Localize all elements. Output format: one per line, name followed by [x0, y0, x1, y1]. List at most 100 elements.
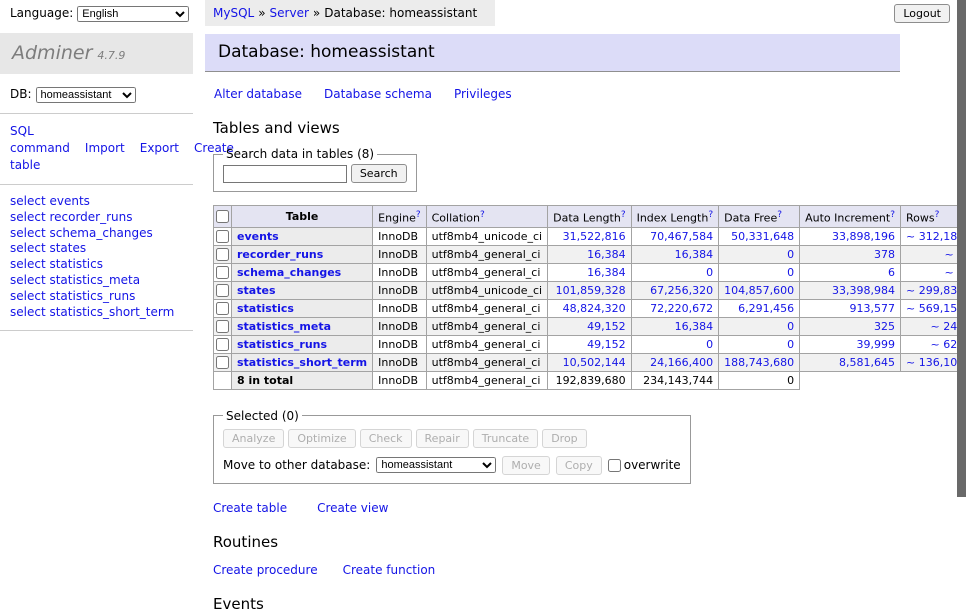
table-name-link[interactable]: statistics_short_term: [237, 356, 367, 369]
data-length-link[interactable]: 49,152: [587, 320, 626, 333]
app-version-link[interactable]: 4.7.9: [97, 49, 125, 62]
table-name-link[interactable]: recorder_runs: [237, 248, 323, 261]
sidebar-select-statistics-meta-link[interactable]: select statistics_meta: [10, 273, 183, 289]
data-free-link[interactable]: 0: [787, 266, 794, 279]
create-view-link[interactable]: Create view: [317, 501, 388, 515]
data-free-link[interactable]: 6,291,456: [738, 302, 794, 315]
row-checkbox[interactable]: [216, 230, 229, 243]
move-button[interactable]: Move: [502, 456, 550, 475]
database-schema-link[interactable]: Database schema: [324, 87, 432, 101]
create-procedure-link[interactable]: Create procedure: [213, 563, 318, 577]
move-database-select[interactable]: homeassistant: [376, 457, 496, 473]
auto-increment-link[interactable]: 6: [888, 266, 895, 279]
data-free-link[interactable]: 50,331,648: [731, 230, 794, 243]
table-name-link[interactable]: statistics: [237, 302, 294, 315]
auto-increment-link[interactable]: 913,577: [850, 302, 896, 315]
breadcrumb-server-link[interactable]: Server: [270, 6, 309, 20]
sidebar-select-statistics-short-term-link[interactable]: select statistics_short_term: [10, 305, 183, 321]
help-link[interactable]: ?: [935, 210, 940, 220]
row-checkbox[interactable]: [216, 284, 229, 297]
search-input[interactable]: [223, 165, 347, 183]
analyze-button[interactable]: Analyze: [223, 429, 284, 448]
row-checkbox[interactable]: [216, 320, 229, 333]
data-length-link[interactable]: 16,384: [587, 266, 626, 279]
help-link[interactable]: ?: [890, 210, 895, 220]
app-name: Adminer: [12, 42, 92, 64]
index-length-link[interactable]: 0: [706, 266, 713, 279]
data-free-link[interactable]: 104,857,600: [724, 284, 794, 297]
row-checkbox[interactable]: [216, 356, 229, 369]
rows-count-link[interactable]: ~ 136,108: [906, 356, 964, 369]
select-all-checkbox[interactable]: [216, 210, 229, 223]
row-checkbox[interactable]: [216, 266, 229, 279]
data-free-link[interactable]: 0: [787, 320, 794, 333]
data-length-link[interactable]: 49,152: [587, 338, 626, 351]
auto-increment-link[interactable]: 33,398,984: [832, 284, 895, 297]
help-link[interactable]: ?: [777, 210, 782, 220]
data-length-link[interactable]: 10,502,144: [563, 356, 626, 369]
sidebar-select-events-link[interactable]: select events: [10, 194, 183, 210]
sidebar-select-recorder-runs-link[interactable]: select recorder_runs: [10, 210, 183, 226]
copy-button[interactable]: Copy: [556, 456, 602, 475]
overwrite-checkbox[interactable]: [608, 459, 621, 472]
index-length-link[interactable]: 16,384: [675, 248, 714, 261]
vertical-scrollbar-track[interactable]: [957, 0, 966, 543]
auto-increment-link[interactable]: 39,999: [857, 338, 896, 351]
index-length-link[interactable]: 16,384: [675, 320, 714, 333]
language-select[interactable]: English: [77, 6, 189, 22]
data-length-link[interactable]: 16,384: [587, 248, 626, 261]
logout-button[interactable]: Logout: [894, 4, 950, 23]
help-link[interactable]: ?: [480, 210, 485, 220]
create-table-link[interactable]: Create table: [213, 501, 287, 515]
search-button[interactable]: Search: [351, 164, 407, 183]
sidebar-link-export[interactable]: Export: [140, 141, 179, 155]
table-name-link[interactable]: statistics_runs: [237, 338, 327, 351]
rows-count-link[interactable]: ~ 569,159: [906, 302, 964, 315]
sidebar-select-statistics-runs-link[interactable]: select statistics_runs: [10, 289, 183, 305]
alter-database-link[interactable]: Alter database: [214, 87, 302, 101]
data-length-link[interactable]: 48,824,320: [563, 302, 626, 315]
table-name-link[interactable]: events: [237, 230, 279, 243]
auto-increment-link[interactable]: 33,898,196: [832, 230, 895, 243]
breadcrumb-mysql-link[interactable]: MySQL: [213, 6, 254, 20]
data-length-link[interactable]: 31,522,816: [563, 230, 626, 243]
table-row: statistics_runs InnoDB utf8mb4_general_c…: [214, 335, 966, 353]
table-name-link[interactable]: states: [237, 284, 276, 297]
data-free-link[interactable]: 0: [787, 338, 794, 351]
table-name-link[interactable]: statistics_meta: [237, 320, 331, 333]
row-checkbox[interactable]: [216, 248, 229, 261]
help-link[interactable]: ?: [621, 210, 626, 220]
sidebar-link-import[interactable]: Import: [85, 141, 125, 155]
auto-increment-link[interactable]: 378: [874, 248, 895, 261]
repair-button[interactable]: Repair: [416, 429, 469, 448]
db-select[interactable]: homeassistant: [36, 87, 136, 103]
privileges-link[interactable]: Privileges: [454, 87, 512, 101]
index-length-link[interactable]: 24,166,400: [650, 356, 713, 369]
rows-count-link[interactable]: ~ 299,833: [906, 284, 964, 297]
auto-increment-link[interactable]: 8,581,645: [839, 356, 895, 369]
index-length-link[interactable]: 67,256,320: [650, 284, 713, 297]
data-free-link[interactable]: 0: [787, 248, 794, 261]
data-free-link[interactable]: 188,743,680: [724, 356, 794, 369]
sidebar-link-sql-command[interactable]: SQL command: [10, 124, 70, 155]
sidebar-select-schema-changes-link[interactable]: select schema_changes: [10, 226, 183, 242]
data-length-link[interactable]: 101,859,328: [556, 284, 626, 297]
optimize-button[interactable]: Optimize: [288, 429, 355, 448]
drop-button[interactable]: Drop: [542, 429, 586, 448]
rows-count-link[interactable]: ~ 312,180: [906, 230, 964, 243]
help-link[interactable]: ?: [416, 210, 421, 220]
row-checkbox[interactable]: [216, 338, 229, 351]
sidebar-select-states-link[interactable]: select states: [10, 241, 183, 257]
row-checkbox[interactable]: [216, 302, 229, 315]
sidebar-select-statistics-link[interactable]: select statistics: [10, 257, 183, 273]
index-length-link[interactable]: 70,467,584: [650, 230, 713, 243]
help-link[interactable]: ?: [708, 210, 713, 220]
vertical-scrollbar-thumb[interactable]: [957, 0, 966, 497]
auto-increment-link[interactable]: 325: [874, 320, 895, 333]
index-length-link[interactable]: 0: [706, 338, 713, 351]
truncate-button[interactable]: Truncate: [473, 429, 538, 448]
create-function-link[interactable]: Create function: [343, 563, 436, 577]
check-button[interactable]: Check: [360, 429, 412, 448]
index-length-link[interactable]: 72,220,672: [650, 302, 713, 315]
table-name-link[interactable]: schema_changes: [237, 266, 341, 279]
